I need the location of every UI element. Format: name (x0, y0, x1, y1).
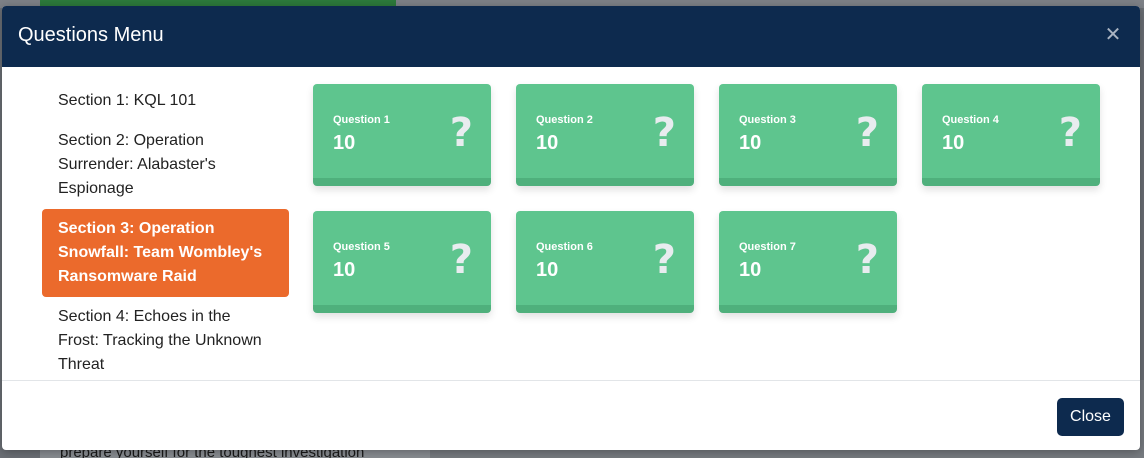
question-points: 10 (942, 132, 965, 154)
question-card-4[interactable]: Question 4 10 ? (922, 84, 1100, 186)
questions-modal: Questions Menu ✕ Section 1: KQL 101 Sect… (2, 6, 1140, 450)
question-points: 10 (333, 259, 356, 281)
question-label: Question 2 (536, 114, 593, 126)
question-points: 10 (536, 132, 559, 154)
question-mark-icon: ? (652, 110, 676, 156)
question-card-2[interactable]: Question 2 10 ? (516, 84, 694, 186)
section-list: Section 1: KQL 101 Section 2: Operation … (42, 81, 289, 385)
question-card-1[interactable]: Question 1 10 ? (313, 84, 491, 186)
modal-body: Section 1: KQL 101 Section 2: Operation … (2, 67, 1140, 380)
modal-footer: Close (2, 380, 1140, 450)
question-mark-icon: ? (449, 237, 473, 283)
section-item-3[interactable]: Section 3: Operation Snowfall: Team Womb… (42, 209, 289, 297)
modal-title: Questions Menu (18, 24, 164, 46)
question-mark-icon: ? (1058, 110, 1082, 156)
close-button[interactable]: Close (1057, 398, 1124, 436)
section-item-2[interactable]: Section 2: Operation Surrender: Alabaste… (42, 121, 289, 209)
question-mark-icon: ? (855, 110, 879, 156)
question-card-3[interactable]: Question 3 10 ? (719, 84, 897, 186)
question-grid: Question 1 10 ? Question 2 10 ? Question… (313, 84, 1100, 313)
question-points: 10 (739, 259, 762, 281)
question-card-7[interactable]: Question 7 10 ? (719, 211, 897, 313)
question-card-5[interactable]: Question 5 10 ? (313, 211, 491, 313)
question-label: Question 3 (739, 114, 796, 126)
section-item-4[interactable]: Section 4: Echoes in the Frost: Tracking… (42, 297, 289, 385)
question-points: 10 (739, 132, 762, 154)
question-mark-icon: ? (855, 237, 879, 283)
question-mark-icon: ? (652, 237, 676, 283)
question-card-6[interactable]: Question 6 10 ? (516, 211, 694, 313)
question-label: Question 5 (333, 241, 390, 253)
section-item-1[interactable]: Section 1: KQL 101 (42, 81, 289, 121)
question-points: 10 (333, 132, 356, 154)
close-icon[interactable]: ✕ (1102, 24, 1124, 46)
question-label: Question 6 (536, 241, 593, 253)
question-mark-icon: ? (449, 110, 473, 156)
question-points: 10 (536, 259, 559, 281)
question-label: Question 7 (739, 241, 796, 253)
question-label: Question 1 (333, 114, 390, 126)
question-label: Question 4 (942, 114, 999, 126)
modal-header: Questions Menu ✕ (2, 6, 1140, 67)
